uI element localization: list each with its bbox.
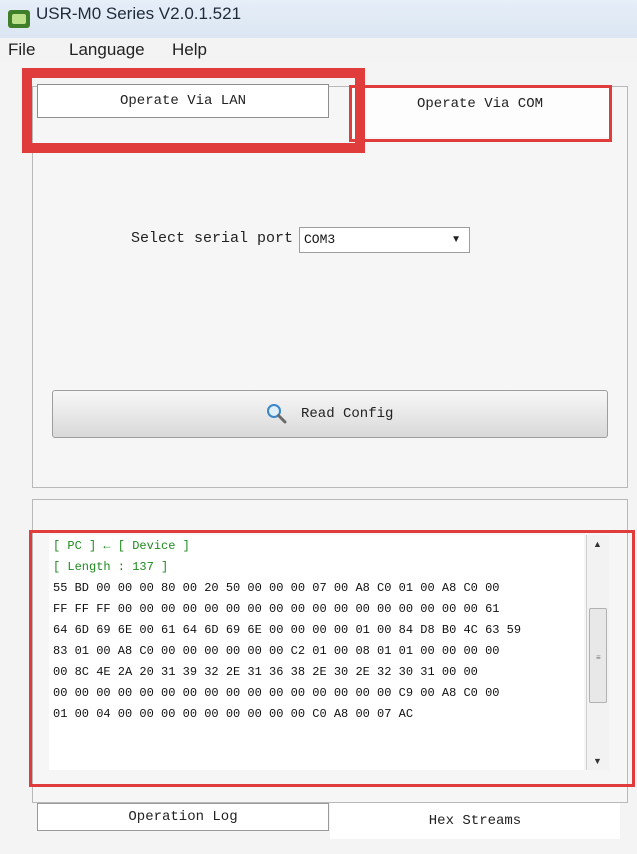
stream-hex-line: 00 00 00 00 00 00 00 00 00 00 00 00 00 0… [53, 686, 500, 700]
menu-language[interactable]: Language [69, 38, 145, 62]
chevron-down-icon: ▼ [451, 234, 461, 245]
scroll-down-icon[interactable]: ▼ [593, 756, 602, 766]
stream-hex-line: 55 BD 00 00 00 80 00 20 50 00 00 00 07 0… [53, 581, 500, 595]
grip-icon: ≡ [596, 653, 601, 662]
tab-com-label: Operate Via COM [416, 96, 544, 112]
stream-hex-line: 01 00 04 00 00 00 00 00 00 00 00 00 C0 A… [53, 707, 414, 721]
magnifier-icon [267, 404, 287, 424]
serial-port-value: COM3 [304, 232, 336, 247]
menu-file[interactable]: File [8, 38, 35, 62]
tab-hex-label: Hex Streams [428, 813, 522, 829]
stream-hex-line: 00 8C 4E 2A 20 31 39 32 2E 31 36 38 2E 3… [53, 665, 478, 679]
tab-hex-streams[interactable]: Hex Streams [330, 803, 620, 839]
window-title: USR-M0 Series V2.0.1.521 [36, 4, 242, 23]
app-icon [8, 10, 30, 28]
read-config-label: Read Config [301, 406, 394, 422]
read-config-button[interactable]: Read Config [52, 390, 608, 438]
stream-hex-line: 64 6D 69 6E 00 61 64 6D 69 6E 00 00 00 0… [53, 623, 522, 637]
serial-port-label: Select serial port [131, 230, 294, 247]
tab-operation-log[interactable]: Operation Log [37, 803, 329, 831]
menu-bar: File Language Help [0, 38, 637, 62]
tab-operate-via-lan[interactable]: Operate Via LAN [37, 84, 329, 118]
stream-hex-line: FF FF FF 00 00 00 00 00 00 00 00 00 00 0… [53, 602, 500, 616]
title-bar: USR-M0 Series V2.0.1.521 [0, 0, 637, 38]
vertical-scrollbar[interactable]: ▲ ≡ ▼ [586, 535, 609, 770]
tab-log-label: Operation Log [128, 809, 238, 825]
serial-port-select[interactable]: COM3 ▼ [299, 227, 470, 253]
scroll-up-icon[interactable]: ▲ [593, 539, 602, 549]
menu-help[interactable]: Help [172, 38, 207, 62]
scrollbar-thumb[interactable]: ≡ [589, 608, 607, 703]
stream-hex-line: 83 01 00 A8 C0 00 00 00 00 00 00 C2 01 0… [53, 644, 500, 658]
tab-operate-via-com[interactable]: Operate Via COM [351, 87, 609, 137]
tab-lan-label: Operate Via LAN [119, 93, 247, 109]
hex-stream-output[interactable]: [ PC ] ← [ Device ] [ Length : 137 ] 55 … [49, 535, 584, 770]
stream-length-line: [ Length : 137 ] [53, 560, 169, 574]
stream-direction-line: [ PC ] ← [ Device ] [53, 539, 190, 553]
